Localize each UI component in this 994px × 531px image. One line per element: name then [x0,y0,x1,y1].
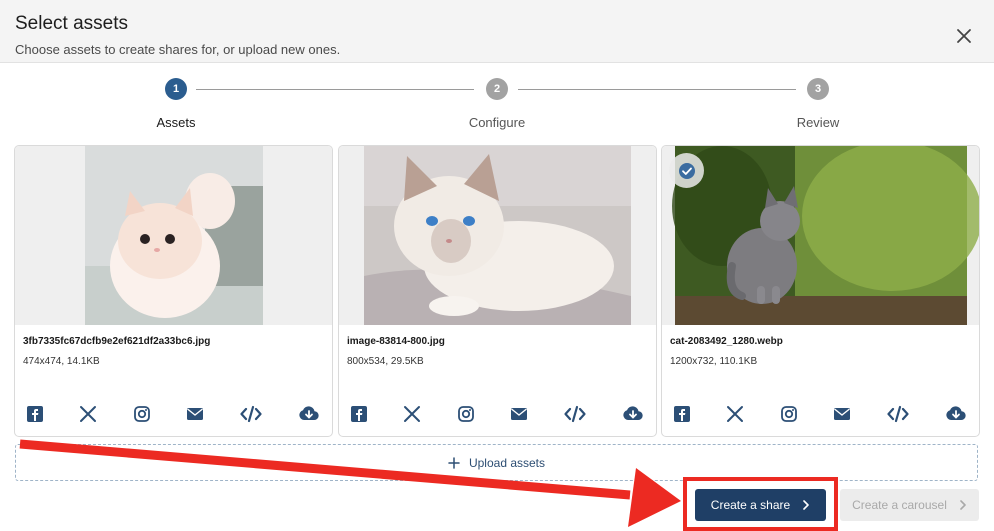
x-icon[interactable] [401,404,423,424]
stepper: 1 2 3 Assets Configure Review [0,77,994,137]
step-2-label: Configure [468,115,526,130]
step-2-indicator[interactable]: 2 [486,78,508,100]
download-icon[interactable] [945,404,967,424]
asset-meta: 1200x732, 110.1KB [670,356,758,367]
grey-kitten-image [672,146,979,325]
chevron-right-icon [803,500,809,510]
step-1-label: Assets [156,115,196,130]
instagram-icon[interactable] [778,404,800,424]
share-actions [662,404,979,424]
selected-checkbox[interactable] [669,153,704,188]
close-button[interactable] [950,22,978,50]
ragdoll-kitten-image [364,146,631,325]
step-1-indicator[interactable]: 1 [165,78,187,100]
download-icon[interactable] [622,404,644,424]
asset-thumbnail[interactable] [662,146,979,325]
step-3-indicator[interactable]: 3 [807,78,829,100]
step-connector [196,89,474,90]
asset-meta: 474x474, 14.1KB [23,356,100,367]
create-share-button[interactable]: Create a share [695,489,826,521]
dialog-subtitle: Choose assets to create shares for, or u… [15,42,341,57]
facebook-icon[interactable] [671,404,693,424]
download-icon[interactable] [298,404,320,424]
asset-filename: cat-2083492_1280.webp [670,336,783,347]
chevron-right-icon [960,500,966,510]
upload-assets-label: Upload assets [468,455,546,470]
asset-filename: image-83814-800.jpg [347,336,445,347]
dialog-title: Select assets [15,13,128,34]
x-icon[interactable] [724,404,746,424]
email-icon[interactable] [508,404,530,424]
check-circle-icon [678,162,695,179]
instagram-icon[interactable] [131,404,153,424]
embed-code-icon[interactable] [887,404,909,424]
asset-thumbnail[interactable] [339,146,656,325]
create-carousel-label: Create a carousel [852,498,947,512]
embed-code-icon[interactable] [240,404,262,424]
step-3-label: Review [796,115,840,130]
share-actions [339,404,656,424]
asset-card[interactable]: 3fb7335fc67dcfb9e2ef621df2a33bc6.jpg 474… [14,145,333,437]
fluffy-kitten-image [85,146,263,325]
asset-card[interactable]: cat-2083492_1280.webp 1200x732, 110.1KB [661,145,980,437]
upload-assets-button[interactable]: Upload assets [15,444,978,481]
asset-thumbnail[interactable] [15,146,332,325]
plus-icon [448,456,460,469]
email-icon[interactable] [184,404,206,424]
step-connector [518,89,796,90]
create-carousel-button[interactable]: Create a carousel [840,489,979,521]
close-icon [957,29,971,43]
facebook-icon[interactable] [348,404,370,424]
facebook-icon[interactable] [24,404,46,424]
create-share-label: Create a share [710,498,791,512]
x-icon[interactable] [77,404,99,424]
dialog-header: Select assets Choose assets to create sh… [0,0,994,63]
asset-card[interactable]: image-83814-800.jpg 800x534, 29.5KB [338,145,657,437]
instagram-icon[interactable] [455,404,477,424]
email-icon[interactable] [831,404,853,424]
asset-meta: 800x534, 29.5KB [347,356,424,367]
embed-code-icon[interactable] [564,404,586,424]
asset-filename: 3fb7335fc67dcfb9e2ef621df2a33bc6.jpg [23,336,211,347]
share-actions [15,404,332,424]
